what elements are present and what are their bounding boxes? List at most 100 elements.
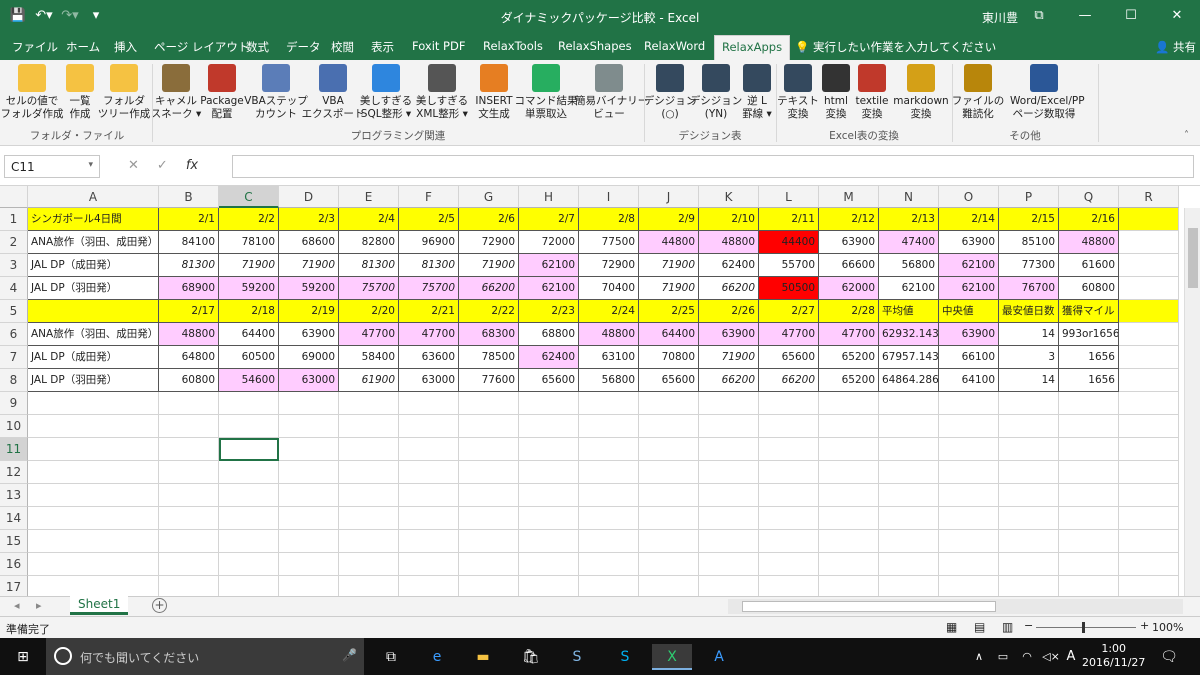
cell-I10[interactable] [579, 415, 639, 438]
cell-L8[interactable]: 66200 [759, 369, 819, 392]
column-header-O[interactable]: O [939, 186, 999, 208]
cell-J14[interactable] [639, 507, 699, 530]
save-icon[interactable]: 💾 [8, 6, 28, 26]
cell-M2[interactable]: 63900 [819, 231, 879, 254]
cell-N1[interactable]: 2/13 [879, 208, 939, 231]
cell-Q3[interactable]: 61600 [1059, 254, 1119, 277]
cell-L14[interactable] [759, 507, 819, 530]
cell-R7[interactable] [1119, 346, 1179, 369]
cell-A15[interactable] [28, 530, 159, 553]
cell-D1[interactable]: 2/3 [279, 208, 339, 231]
cell-A4[interactable]: JAL DP（羽田発） [28, 277, 159, 300]
cell-Q16[interactable] [1059, 553, 1119, 576]
cell-B1[interactable]: 2/1 [159, 208, 219, 231]
column-header-A[interactable]: A [28, 186, 159, 208]
microphone-icon[interactable]: 🎤 [342, 648, 357, 662]
cell-D14[interactable] [279, 507, 339, 530]
column-header-C[interactable]: C [219, 186, 279, 208]
cell-L5[interactable]: 2/27 [759, 300, 819, 323]
column-header-L[interactable]: L [759, 186, 819, 208]
cell-R2[interactable] [1119, 231, 1179, 254]
column-header-E[interactable]: E [339, 186, 399, 208]
cell-C3[interactable]: 71900 [219, 254, 279, 277]
cell-M4[interactable]: 62000 [819, 277, 879, 300]
tell-me-box[interactable]: 💡 実行したい作業を入力してください [795, 39, 996, 55]
cell-Q14[interactable] [1059, 507, 1119, 530]
cell-D9[interactable] [279, 392, 339, 415]
cell-G16[interactable] [459, 553, 519, 576]
cell-L15[interactable] [759, 530, 819, 553]
cell-A1[interactable]: シンガポール4日間 [28, 208, 159, 231]
cell-F13[interactable] [399, 484, 459, 507]
cell-J7[interactable]: 70800 [639, 346, 699, 369]
zoom-slider-handle[interactable] [1082, 622, 1085, 633]
cell-R13[interactable] [1119, 484, 1179, 507]
tab-2[interactable]: 挿入 [114, 39, 137, 55]
cell-P3[interactable]: 77300 [999, 254, 1059, 277]
cell-K16[interactable] [699, 553, 759, 576]
cell-B3[interactable]: 81300 [159, 254, 219, 277]
cell-D12[interactable] [279, 461, 339, 484]
cell-G14[interactable] [459, 507, 519, 530]
cell-P15[interactable] [999, 530, 1059, 553]
cell-R4[interactable] [1119, 277, 1179, 300]
cell-E17[interactable] [339, 576, 399, 596]
cell-C7[interactable]: 60500 [219, 346, 279, 369]
cell-B12[interactable] [159, 461, 219, 484]
cell-D2[interactable]: 68600 [279, 231, 339, 254]
cell-D17[interactable] [279, 576, 339, 596]
cell-L4[interactable]: 50500 [759, 277, 819, 300]
cell-L3[interactable]: 55700 [759, 254, 819, 277]
cell-M6[interactable]: 47700 [819, 323, 879, 346]
tab-1[interactable]: ホーム [66, 39, 100, 55]
cell-L17[interactable] [759, 576, 819, 596]
cell-G9[interactable] [459, 392, 519, 415]
row-header-16[interactable]: 16 [0, 553, 28, 576]
cell-H10[interactable] [519, 415, 579, 438]
row-header-14[interactable]: 14 [0, 507, 28, 530]
cell-B6[interactable]: 48800 [159, 323, 219, 346]
tab-6[interactable]: 校閲 [331, 39, 354, 55]
tab-11[interactable]: RelaxWord [644, 39, 705, 53]
cell-Q9[interactable] [1059, 392, 1119, 415]
cell-N13[interactable] [879, 484, 939, 507]
cell-C6[interactable]: 64400 [219, 323, 279, 346]
cell-B15[interactable] [159, 530, 219, 553]
cell-L11[interactable] [759, 438, 819, 461]
maximize-icon[interactable]: ☐ [1108, 0, 1154, 32]
task-view-icon[interactable]: ⧉ [378, 644, 404, 670]
cell-K10[interactable] [699, 415, 759, 438]
cell-F14[interactable] [399, 507, 459, 530]
cell-H6[interactable]: 68800 [519, 323, 579, 346]
cell-G11[interactable] [459, 438, 519, 461]
page-break-view-icon[interactable]: ▥ [1002, 620, 1013, 634]
column-header-H[interactable]: H [519, 186, 579, 208]
clock[interactable]: 1:00 2016/11/27 [1082, 642, 1145, 670]
column-header-K[interactable]: K [699, 186, 759, 208]
cell-K3[interactable]: 62400 [699, 254, 759, 277]
cell-K12[interactable] [699, 461, 759, 484]
user-name[interactable]: 東川豊 [982, 9, 1018, 26]
cell-C14[interactable] [219, 507, 279, 530]
ime-indicator[interactable]: A [1058, 644, 1084, 670]
cell-I14[interactable] [579, 507, 639, 530]
cell-L6[interactable]: 47700 [759, 323, 819, 346]
cell-P13[interactable] [999, 484, 1059, 507]
row-header-12[interactable]: 12 [0, 461, 28, 484]
cell-I7[interactable]: 63100 [579, 346, 639, 369]
cell-A14[interactable] [28, 507, 159, 530]
cell-P2[interactable]: 85100 [999, 231, 1059, 254]
taskbar-search[interactable]: 何でも聞いてください 🎤 [46, 638, 364, 675]
share-button[interactable]: 👤 共有 [1155, 39, 1196, 55]
name-box[interactable]: C11 ▾ [4, 155, 100, 178]
cell-E11[interactable] [339, 438, 399, 461]
cell-E3[interactable]: 81300 [339, 254, 399, 277]
cell-E14[interactable] [339, 507, 399, 530]
tab-5[interactable]: データ [286, 39, 321, 55]
cell-M14[interactable] [819, 507, 879, 530]
cell-K7[interactable]: 71900 [699, 346, 759, 369]
cell-A17[interactable] [28, 576, 159, 596]
zoom-level[interactable]: 100% [1152, 621, 1183, 634]
select-all-corner[interactable] [0, 186, 28, 208]
column-header-J[interactable]: J [639, 186, 699, 208]
